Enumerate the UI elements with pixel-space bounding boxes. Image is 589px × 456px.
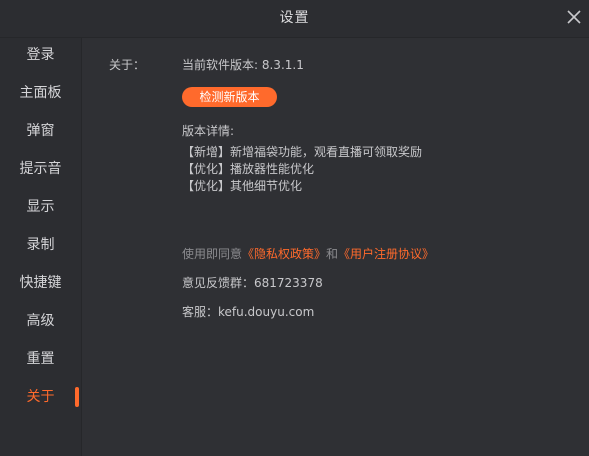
sidebar-item-popup[interactable]: 弹窗 — [0, 116, 81, 146]
section-label: 关于： — [109, 58, 146, 72]
sidebar-item-login[interactable]: 登录 — [0, 40, 81, 70]
version-text: 当前软件版本: 8.3.1.1 — [182, 58, 304, 72]
sidebar-item-main-panel[interactable]: 主面板 — [0, 78, 81, 108]
agreement-and: 和 — [326, 247, 339, 261]
sidebar-item-display[interactable]: 显示 — [0, 192, 81, 222]
about-panel: 关于： 当前软件版本: 8.3.1.1 检测新版本 版本详情: 【新增】新增福袋… — [82, 38, 589, 456]
detail-item: 【新增】新增福袋功能，观看直播可领取奖励 — [182, 145, 423, 159]
details-title: 版本详情: — [182, 124, 235, 138]
agreement-line: 使用即同意《隐私权政策》和《用户注册协议》 — [182, 245, 434, 262]
sidebar-item-recording[interactable]: 录制 — [0, 230, 81, 260]
close-icon — [567, 10, 581, 24]
scrollbar[interactable] — [583, 38, 589, 456]
sidebar-item-label: 关于 — [26, 389, 55, 405]
detail-item: 【优化】其他细节优化 — [182, 179, 303, 193]
sidebar-item-reset[interactable]: 重置 — [0, 344, 81, 374]
sidebar-item-advanced[interactable]: 高级 — [0, 306, 81, 336]
active-indicator — [75, 387, 79, 407]
sidebar-item-about[interactable]: 关于 — [0, 382, 81, 412]
feedback-group: 意见反馈群：681723378 — [182, 276, 323, 290]
customer-service: 客服：kefu.douyu.com — [182, 305, 315, 319]
close-button[interactable] — [565, 8, 583, 26]
check-update-button[interactable]: 检测新版本 — [182, 87, 277, 107]
detail-item: 【优化】播放器性能优化 — [182, 162, 315, 176]
settings-sidebar: 登录 主面板 弹窗 提示音 显示 录制 快捷键 高级 重置 关于 — [0, 38, 82, 456]
sidebar-item-hotkeys[interactable]: 快捷键 — [0, 268, 81, 298]
window-title: 设置 — [279, 10, 310, 26]
title-bar: 设置 — [0, 0, 589, 38]
sidebar-item-sound[interactable]: 提示音 — [0, 154, 81, 184]
settings-window: 设置 登录 主面板 弹窗 提示音 显示 录制 快捷键 高级 重置 关于 关于： … — [0, 0, 589, 456]
user-agreement-link[interactable]: 《用户注册协议》 — [338, 247, 434, 261]
agreement-prefix: 使用即同意 — [182, 247, 243, 261]
privacy-policy-link[interactable]: 《隐私权政策》 — [242, 247, 326, 261]
